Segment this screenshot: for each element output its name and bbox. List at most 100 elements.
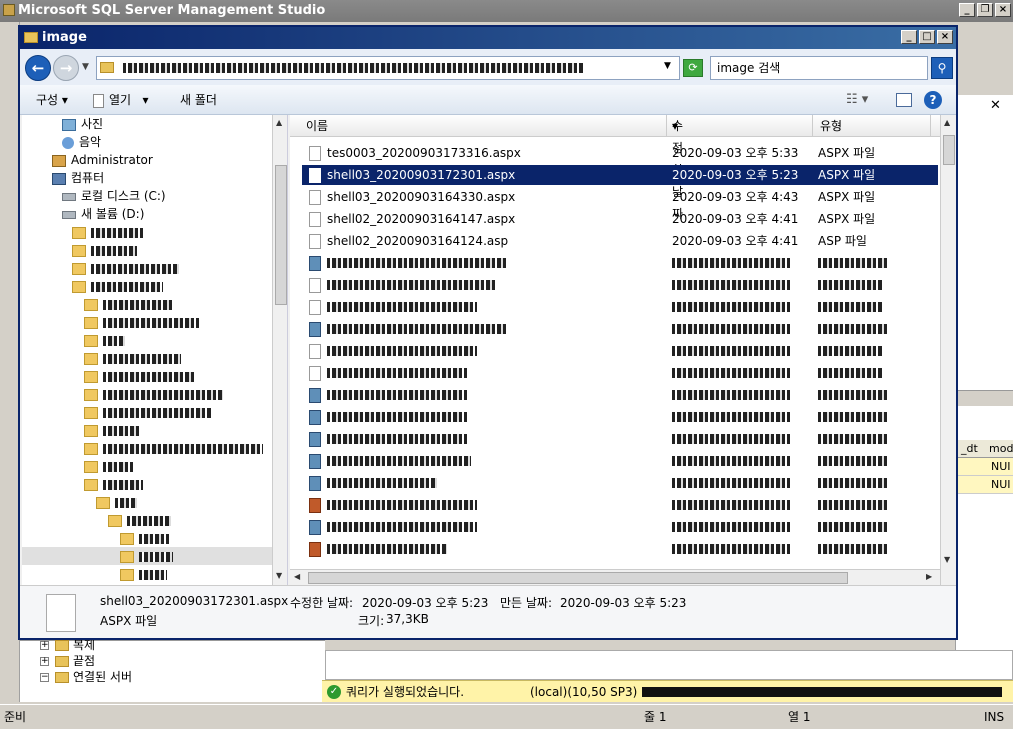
file-modified: 2020-09-03 오후 5:23	[672, 168, 799, 182]
file-row-redacted[interactable]	[302, 297, 938, 317]
search-icon[interactable]: ⚲	[931, 57, 953, 79]
scrollbar-thumb[interactable]	[275, 165, 287, 305]
file-row-redacted[interactable]	[302, 363, 938, 383]
explorer-maximize-button[interactable]: □	[919, 30, 935, 44]
results-grid-row[interactable]: NUI	[955, 458, 1013, 476]
file-row-redacted[interactable]	[302, 495, 938, 515]
nav-item-folder-redacted[interactable]	[72, 241, 137, 259]
file-row-redacted[interactable]	[302, 473, 938, 493]
column-header-name[interactable]: 이름	[306, 115, 328, 137]
nav-item-folder-redacted[interactable]	[84, 367, 195, 385]
results-grid-row[interactable]: NUI	[955, 476, 1013, 494]
file-row-selected[interactable]: shell03_20200903172301.aspx 2020-09-03 오…	[302, 165, 938, 185]
file-icon	[309, 344, 321, 359]
results-grid-header: _dt mod	[955, 440, 1013, 458]
nav-item-music[interactable]: 음악	[62, 133, 101, 151]
preview-pane-icon[interactable]	[896, 93, 912, 107]
help-icon[interactable]: ?	[924, 91, 942, 109]
nav-item-folder-redacted[interactable]	[120, 565, 167, 583]
file-row[interactable]: tes0003_20200903173316.aspx 2020-09-03 오…	[302, 143, 938, 163]
file-row-redacted[interactable]	[302, 275, 938, 295]
ssms-restore-button[interactable]: ❐	[977, 3, 993, 17]
column-header-type[interactable]: 유형	[820, 115, 842, 137]
nav-item-folder-redacted[interactable]	[72, 277, 163, 295]
nav-item-folder-redacted[interactable]	[120, 547, 173, 565]
file-list-vertical-scrollbar[interactable]: ▲ ▼	[940, 115, 956, 585]
recent-pages-dropdown-icon[interactable]: ▼	[82, 62, 89, 72]
new-folder-button[interactable]: 새 폴더	[180, 85, 217, 115]
scrollbar-thumb[interactable]	[943, 135, 955, 165]
document-icon	[93, 93, 104, 108]
nav-item-folder-redacted[interactable]	[84, 349, 181, 367]
nav-item-computer[interactable]: 컴퓨터	[52, 169, 104, 187]
scroll-left-icon[interactable]: ◀	[294, 572, 300, 581]
nav-item-drive-d[interactable]: 새 볼륨 (D:)	[62, 205, 144, 223]
status-ready: 준비	[4, 710, 27, 724]
file-row-redacted[interactable]	[302, 341, 938, 361]
ssms-horizontal-scrollbar[interactable]	[955, 390, 1013, 406]
file-row-redacted[interactable]	[302, 319, 938, 339]
ssms-minimize-button[interactable]: _	[959, 3, 975, 17]
address-dropdown-icon[interactable]: ▼	[664, 61, 671, 71]
refresh-icon[interactable]: ⟳	[683, 59, 703, 77]
folder-icon	[84, 424, 98, 437]
expand-icon[interactable]: +	[40, 657, 49, 666]
nav-item-administrator[interactable]: Administrator	[52, 151, 153, 169]
file-list-horizontal-scrollbar[interactable]: ◀ ▶	[290, 569, 940, 585]
nav-item-folder-redacted[interactable]	[84, 457, 133, 475]
file-modified: 2020-09-03 오후 5:33	[672, 146, 799, 160]
folder-icon	[84, 406, 98, 419]
organize-button[interactable]: 구성 ▾	[36, 85, 68, 115]
file-row-redacted[interactable]	[302, 539, 938, 559]
change-view-icon[interactable]: ☷ ▾	[846, 85, 868, 115]
explorer-close-button[interactable]: ×	[937, 30, 953, 44]
nav-item-folder-redacted[interactable]	[108, 511, 171, 529]
back-button[interactable]: ←	[25, 55, 51, 81]
nav-item-folder-redacted[interactable]	[120, 529, 169, 547]
nav-item-folder-redacted[interactable]	[84, 439, 263, 457]
file-row-redacted[interactable]	[302, 451, 938, 471]
nav-item-folder-redacted[interactable]	[84, 313, 199, 331]
nav-item-folder-redacted[interactable]	[72, 223, 143, 241]
column-header-date-modified[interactable]: 수정한 날짜 ▾	[672, 115, 683, 221]
grid-column-header[interactable]: _dt	[961, 442, 978, 455]
file-row[interactable]: shell03_20200903164330.aspx 2020-09-03 오…	[302, 187, 938, 207]
nav-item-folder-redacted[interactable]	[72, 259, 179, 277]
nav-item-folder-redacted[interactable]	[84, 475, 143, 493]
ssms-close-button[interactable]: ×	[995, 3, 1011, 17]
nav-pane-scrollbar[interactable]: ▲ ▼	[272, 115, 287, 585]
file-row[interactable]: shell02_20200903164147.aspx 2020-09-03 오…	[302, 209, 938, 229]
explorer-minimize-button[interactable]: _	[901, 30, 917, 44]
scroll-right-icon[interactable]: ▶	[926, 572, 932, 581]
nav-item-folder-redacted[interactable]	[84, 385, 223, 403]
scroll-up-icon[interactable]: ▲	[944, 118, 950, 127]
collapse-icon[interactable]: −	[40, 673, 49, 682]
scroll-up-icon[interactable]: ▲	[276, 118, 282, 127]
tree-node-endpoints[interactable]: + 끝점	[40, 653, 95, 669]
scrollbar-thumb[interactable]	[308, 572, 848, 584]
file-row-redacted[interactable]	[302, 385, 938, 405]
tree-node-linked-servers[interactable]: − 연결된 서버	[40, 669, 132, 685]
forward-button[interactable]: →	[53, 55, 79, 81]
file-row-redacted[interactable]	[302, 407, 938, 427]
nav-item-folder-redacted[interactable]	[84, 331, 125, 349]
open-button[interactable]: 열기 ▾	[93, 85, 149, 115]
nav-item-folder-redacted[interactable]	[96, 493, 137, 511]
nav-item-drive-c[interactable]: 로컬 디스크 (C:)	[62, 187, 166, 205]
nav-item-folder-redacted[interactable]	[84, 295, 173, 313]
expand-icon[interactable]: +	[40, 641, 49, 650]
file-row[interactable]: shell02_20200903164124.asp 2020-09-03 오후…	[302, 231, 938, 251]
scroll-down-icon[interactable]: ▼	[944, 555, 950, 564]
grid-column-header[interactable]: mod	[989, 442, 1013, 455]
scroll-down-icon[interactable]: ▼	[276, 571, 282, 580]
nav-item-folder-redacted[interactable]	[84, 403, 211, 421]
panel-close-icon[interactable]: ✕	[990, 98, 1001, 113]
address-input[interactable]	[96, 56, 680, 80]
nav-item-pictures[interactable]: 사진	[62, 115, 103, 133]
search-input[interactable]: image 검색	[710, 56, 928, 80]
file-row-redacted[interactable]	[302, 517, 938, 537]
drive-icon	[62, 210, 76, 219]
nav-item-folder-redacted[interactable]	[84, 421, 139, 439]
file-row-redacted[interactable]	[302, 429, 938, 449]
file-row-redacted[interactable]	[302, 253, 938, 273]
